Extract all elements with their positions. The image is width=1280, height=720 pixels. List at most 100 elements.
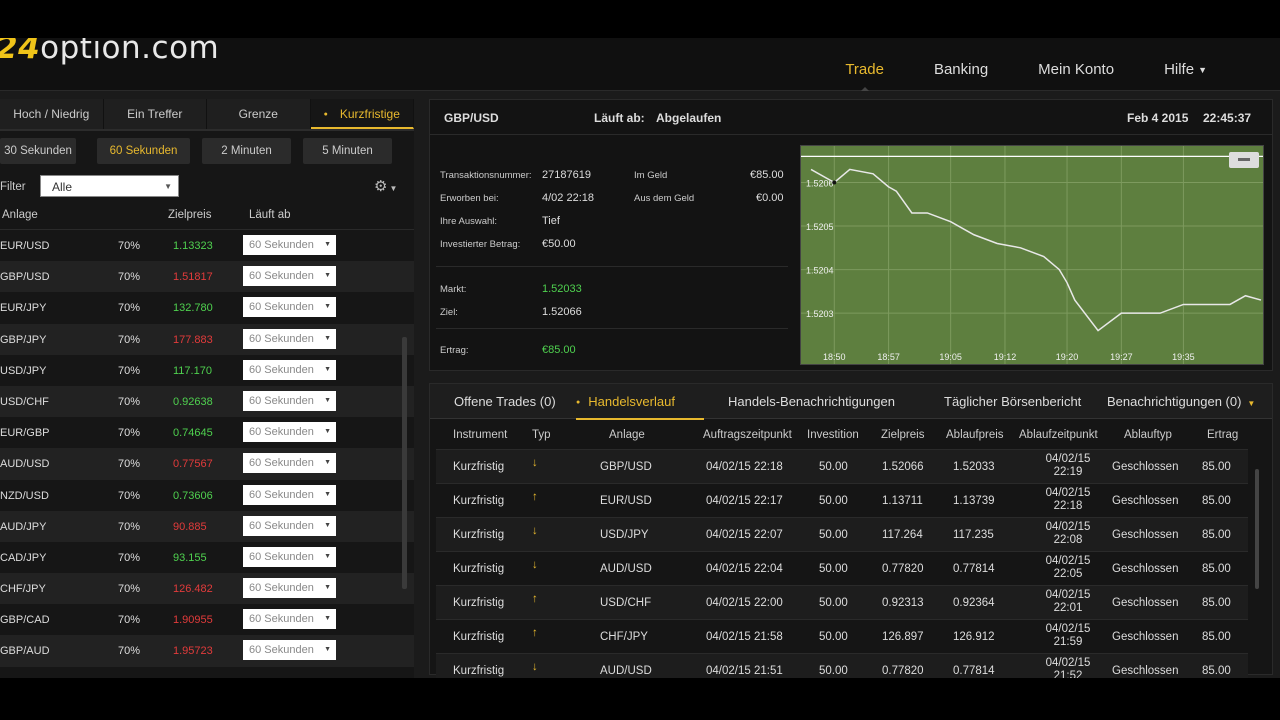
expiry-select[interactable]: 60 Sekunden ▼	[243, 266, 336, 287]
expiry-select[interactable]: 60 Sekunden ▼	[243, 297, 336, 318]
tab-kurzfristige[interactable]: Kurzfristige	[310, 99, 414, 129]
duration-2m-button[interactable]: 2 Minuten	[202, 138, 291, 164]
asset-payout: 70%	[118, 364, 141, 377]
main-nav: Trade Banking Mein Konto Hilfe ▼	[820, 60, 1232, 91]
asset-row[interactable]: EUR/USD 70% 1.13323 60 Sekunden ▼	[0, 230, 414, 261]
asset-price: 0.77567	[173, 458, 213, 471]
row-yield: 85.00	[1202, 495, 1231, 507]
row-expiry-date-line: 04/02/15	[1045, 623, 1091, 635]
settings-gear-icon[interactable]: ⚙ ▼	[374, 177, 397, 195]
col-ablaufpreis: Ablaufpreis	[946, 429, 1004, 441]
asset-symbol: GBP/USD	[0, 271, 50, 284]
row-order-time: 04/02/15 22:04	[706, 563, 783, 575]
history-row[interactable]: Kurzfristig ↓ AUD/USD 04/02/15 22:04 50.00 0.…	[436, 551, 1248, 585]
tab-ein-treffer[interactable]: Ein Treffer	[103, 99, 207, 129]
x-tick-label: 19:05	[939, 352, 962, 362]
x-tick-label: 19:27	[1110, 352, 1133, 362]
asset-column-headers: Anlage Zielpreis Läuft ab	[0, 205, 414, 230]
row-expiry-type: Geschlossen	[1112, 461, 1179, 473]
expiry-select[interactable]: 60 Sekunden ▼	[243, 640, 336, 661]
expiry-select[interactable]: 60 Sekunden ▼	[243, 390, 336, 411]
asset-row[interactable]: EUR/JPY 70% 132.780 60 Sekunden ▼	[0, 292, 414, 323]
nav-hilfe[interactable]: Hilfe ▼	[1139, 60, 1232, 82]
history-row[interactable]: Kurzfristig ↓ USD/JPY 04/02/15 22:07 50.00 11…	[436, 517, 1248, 551]
bought-label: Erworben bei:	[440, 193, 499, 204]
expiry-select[interactable]: 60 Sekunden ▼	[243, 235, 336, 255]
history-row[interactable]: Kurzfristig ↑ CHF/JPY 04/02/15 21:58 50.00 12…	[436, 619, 1248, 653]
chevron-down-icon: ▼	[1198, 65, 1207, 76]
row-expiry-time: 04/02/15 22:19	[1038, 453, 1098, 479]
asset-row[interactable]: USD/JPY 70% 117.170 60 Sekunden ▼	[0, 355, 414, 386]
row-expiry-type: Geschlossen	[1112, 529, 1179, 541]
expiry-select[interactable]: 60 Sekunden ▼	[243, 453, 336, 474]
logo[interactable]: 24option.com	[0, 38, 219, 66]
asset-row[interactable]: EUR/GBP 70% 0.74645 60 Sekunden ▼	[0, 417, 414, 448]
asset-row[interactable]: GBP/JPY 70% 177.883 60 Sekunden ▼	[0, 323, 414, 355]
tab-handelsverlauf[interactable]: ● Handelsverlauf	[576, 384, 704, 420]
tab-taeglicher-boersenbericht[interactable]: Täglicher Börsenbericht	[944, 394, 1081, 409]
expiry-select[interactable]: 60 Sekunden ▼	[243, 359, 336, 380]
history-row[interactable]: Kurzfristig ↑ USD/CHF 04/02/15 22:00 50.00 0.…	[436, 585, 1248, 619]
asset-row[interactable]: USD/CHF 70% 0.92638 60 Sekunden ▼	[0, 385, 414, 418]
arrow-up-icon: ↑	[532, 491, 538, 503]
expiry-select[interactable]: 60 Sekunden ▼	[243, 578, 336, 599]
history-row[interactable]: Kurzfristig ↑ EUR/USD 04/02/15 22:17 50.00 1.…	[436, 483, 1248, 517]
nav-mein-konto[interactable]: Mein Konto	[1013, 60, 1139, 82]
asset-row[interactable]: AUD/USD 70% 0.77567 60 Sekunden ▼	[0, 448, 414, 480]
row-expiry-date-line: 04/02/15	[1045, 555, 1091, 567]
expiry-select[interactable]: 60 Sekunden ▼	[243, 609, 336, 630]
history-scrollbar[interactable]	[1255, 469, 1259, 589]
asset-price: 132.780	[173, 302, 213, 315]
row-expiry-time-line: 21:59	[1053, 636, 1083, 648]
asset-row[interactable]: GBP/USD 70% 1.51817 60 Sekunden ▼	[0, 261, 414, 293]
row-target: 0.92313	[882, 597, 924, 609]
tab-handels-benachrichtigungen[interactable]: Handels-Benachrichtigungen	[728, 394, 895, 409]
tab-benachrichtigungen[interactable]: Benachrichtigungen (0) ▼	[1107, 394, 1255, 409]
expiry-select[interactable]: 60 Sekunden ▼	[243, 484, 336, 505]
duration-30s-button[interactable]: 30 Sekunden	[0, 138, 76, 164]
asset-row[interactable]: GBP/AUD 70% 1.95723 60 Sekunden ▼	[0, 635, 414, 667]
row-expiry-type: Geschlossen	[1112, 495, 1179, 507]
row-expiry-price: 1.13739	[953, 495, 995, 507]
arrow-down-icon: ↓	[532, 457, 538, 469]
row-investment: 50.00	[819, 597, 848, 609]
asset-row[interactable]: CHF/JPY 70% 126.482 60 Sekunden ▼	[0, 573, 414, 605]
trade-detail-panel: GBP/USD Läuft ab: Abgelaufen Feb 4 2015 …	[429, 99, 1273, 371]
expiry-select[interactable]: 60 Sekunden ▼	[243, 546, 336, 567]
row-instrument: Kurzfristig	[453, 461, 505, 473]
history-panel: Offene Trades (0) ● Handelsverlauf Handel…	[429, 383, 1273, 678]
expand-chart-button[interactable]	[1229, 152, 1259, 168]
filter-select[interactable]: Alle ▼	[40, 175, 179, 197]
tab-hoch-niedrig[interactable]: Hoch / Niedrig	[0, 99, 104, 129]
invest-label: Investierter Betrag:	[440, 239, 521, 250]
expiry-select[interactable]: 60 Sekunden ▼	[243, 515, 336, 536]
tab-offene-trades[interactable]: Offene Trades (0)	[454, 394, 556, 409]
duration-60s-button[interactable]: 60 Sekunden	[97, 138, 190, 164]
asset-row[interactable]: GBP/CAD 70% 1.90955 60 Sekunden ▼	[0, 604, 414, 635]
asset-price: 93.155	[173, 551, 207, 564]
expiry-value: 60 Sekunden	[249, 363, 314, 376]
nav-banking[interactable]: Banking	[909, 60, 1013, 82]
asset-row[interactable]: AUD/JPY 70% 90.885 60 Sekunden ▼	[0, 510, 414, 542]
chevron-down-icon: ▼	[324, 521, 331, 529]
asset-price: 117.170	[173, 364, 212, 377]
nav-trade[interactable]: Trade	[820, 60, 909, 91]
app-window: 24option.com Trade Banking Mein Konto Hi…	[0, 38, 1280, 678]
expiry-select[interactable]: 60 Sekunden ▼	[243, 328, 336, 349]
y-tick-label: 1.5203	[806, 309, 834, 319]
asset-row[interactable]: NZD/USD 70% 0.73606 60 Sekunden ▼	[0, 480, 414, 511]
asset-list-scrollbar[interactable]	[402, 337, 407, 589]
asset-symbol: AUD/USD	[0, 458, 50, 471]
chevron-down-icon: ▼	[324, 490, 331, 498]
asset-symbol: NZD/USD	[0, 489, 49, 502]
row-target: 117.264	[882, 529, 923, 541]
asset-row[interactable]: CAD/JPY 70% 93.155 60 Sekunden ▼	[0, 542, 414, 573]
asset-payout: 70%	[118, 271, 141, 284]
history-row[interactable]: Kurzfristig ↓ GBP/USD 04/02/15 22:18 50.00 1.…	[436, 449, 1248, 483]
history-row[interactable]: Kurzfristig ↓ AUD/USD 04/02/15 21:51 50.00 0.…	[436, 653, 1248, 678]
duration-5m-button[interactable]: 5 Minuten	[303, 138, 392, 164]
expiry-select[interactable]: 60 Sekunden ▼	[243, 422, 336, 443]
asset-symbol: GBP/AUD	[0, 645, 50, 658]
tab-grenze[interactable]: Grenze	[207, 99, 311, 129]
asset-payout: 70%	[118, 458, 141, 471]
